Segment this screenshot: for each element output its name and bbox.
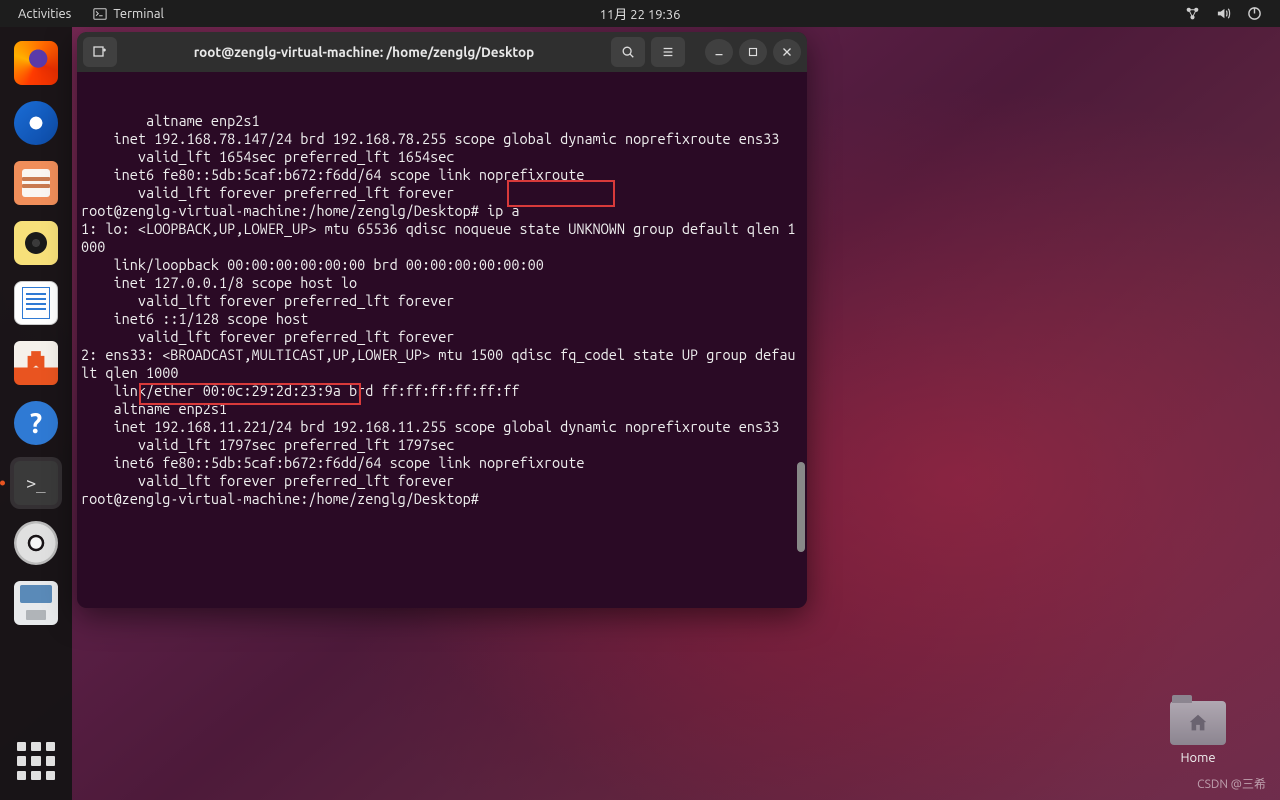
new-tab-button[interactable]	[83, 37, 117, 67]
terminal-body[interactable]: altname enp2s1 inet 192.168.78.147/24 br…	[77, 72, 807, 608]
dock-terminal[interactable]: >_	[10, 457, 62, 509]
dock-disk-util[interactable]	[10, 577, 62, 629]
dock-firefox[interactable]	[10, 37, 62, 89]
terminal-line: valid_lft 1654sec preferred_lft 1654sec	[81, 148, 799, 166]
new-tab-icon	[92, 44, 108, 60]
terminal-line: altname enp2s1	[81, 400, 799, 418]
hamburger-icon	[661, 45, 675, 59]
terminal-line: 2: ens33: <BROADCAST,MULTICAST,UP,LOWER_…	[81, 346, 799, 382]
network-icon[interactable]	[1185, 6, 1200, 21]
help-icon: ?	[14, 401, 58, 445]
maximize-button[interactable]	[739, 39, 767, 65]
close-icon	[780, 45, 794, 59]
dock: ? >_	[0, 27, 72, 800]
terminal-icon: >_	[14, 461, 58, 505]
dock-disc[interactable]	[10, 517, 62, 569]
dock-writer[interactable]	[10, 277, 62, 329]
maximize-icon	[746, 45, 760, 59]
terminal-line: root@zenglg-virtual-machine:/home/zenglg…	[81, 202, 799, 220]
top-bar: Activities Terminal 11月 22 19:36	[0, 0, 1280, 27]
dock-files[interactable]	[10, 157, 62, 209]
firefox-icon	[14, 41, 58, 85]
minimize-icon	[712, 45, 726, 59]
terminal-line: valid_lft forever preferred_lft forever	[81, 292, 799, 310]
show-apps-button[interactable]	[17, 742, 55, 780]
terminal-titlebar[interactable]: root@zenglg-virtual-machine: /home/zengl…	[77, 32, 807, 72]
terminal-line: valid_lft forever preferred_lft forever	[81, 184, 799, 202]
software-icon	[14, 341, 58, 385]
terminal-line: valid_lft forever preferred_lft forever	[81, 472, 799, 490]
terminal-line: link/ether 00:0c:29:2d:23:9a brd ff:ff:f…	[81, 382, 799, 400]
terminal-line: inet6 fe80::5db:5caf:b672:f6dd/64 scope …	[81, 454, 799, 472]
close-button[interactable]	[773, 39, 801, 65]
files-icon	[14, 161, 58, 205]
thunderbird-icon	[14, 101, 58, 145]
terminal-line: 1: lo: <LOOPBACK,UP,LOWER_UP> mtu 65536 …	[81, 220, 799, 256]
dock-thunderbird[interactable]	[10, 97, 62, 149]
active-app-indicator[interactable]: Terminal	[93, 7, 164, 21]
terminal-line: inet6 fe80::5db:5caf:b672:f6dd/64 scope …	[81, 166, 799, 184]
power-icon[interactable]	[1247, 6, 1262, 21]
terminal-line: inet 127.0.0.1/8 scope host lo	[81, 274, 799, 292]
disk-util-icon	[14, 581, 58, 625]
rhythmbox-icon	[14, 221, 58, 265]
terminal-title: root@zenglg-virtual-machine: /home/zengl…	[123, 44, 605, 60]
active-app-label: Terminal	[113, 7, 164, 21]
volume-icon[interactable]	[1216, 6, 1231, 21]
scrollbar-thumb[interactable]	[797, 462, 805, 552]
terminal-line: inet 192.168.11.221/24 brd 192.168.11.25…	[81, 418, 799, 436]
activities-button[interactable]: Activities	[18, 7, 71, 21]
terminal-line: inet 192.168.78.147/24 brd 192.168.78.25…	[81, 130, 799, 148]
clock-label: 11月 22 19:36	[600, 8, 681, 22]
dock-help[interactable]: ?	[10, 397, 62, 449]
home-shortcut[interactable]: Home	[1164, 701, 1232, 765]
terminal-line: inet6 ::1/128 scope host	[81, 310, 799, 328]
terminal-line: link/loopback 00:00:00:00:00:00 brd 00:0…	[81, 256, 799, 274]
clock[interactable]: 11月 22 19:36	[600, 4, 681, 23]
disc-icon	[14, 521, 58, 565]
terminal-line: altname enp2s1	[81, 112, 799, 130]
terminal-line: valid_lft forever preferred_lft forever	[81, 328, 799, 346]
home-label: Home	[1164, 751, 1232, 765]
terminal-window: root@zenglg-virtual-machine: /home/zengl…	[77, 32, 807, 608]
search-button[interactable]	[611, 37, 645, 67]
menu-button[interactable]	[651, 37, 685, 67]
watermark: CSDN @三希	[1197, 775, 1266, 792]
minimize-button[interactable]	[705, 39, 733, 65]
home-folder-icon	[1170, 701, 1226, 745]
writer-icon	[14, 281, 58, 325]
dock-rhythmbox[interactable]	[10, 217, 62, 269]
search-icon	[621, 45, 635, 59]
dock-software[interactable]	[10, 337, 62, 389]
terminal-menu-icon	[93, 7, 107, 21]
terminal-line: valid_lft 1797sec preferred_lft 1797sec	[81, 436, 799, 454]
terminal-line: root@zenglg-virtual-machine:/home/zenglg…	[81, 490, 799, 508]
activities-label: Activities	[18, 7, 71, 21]
